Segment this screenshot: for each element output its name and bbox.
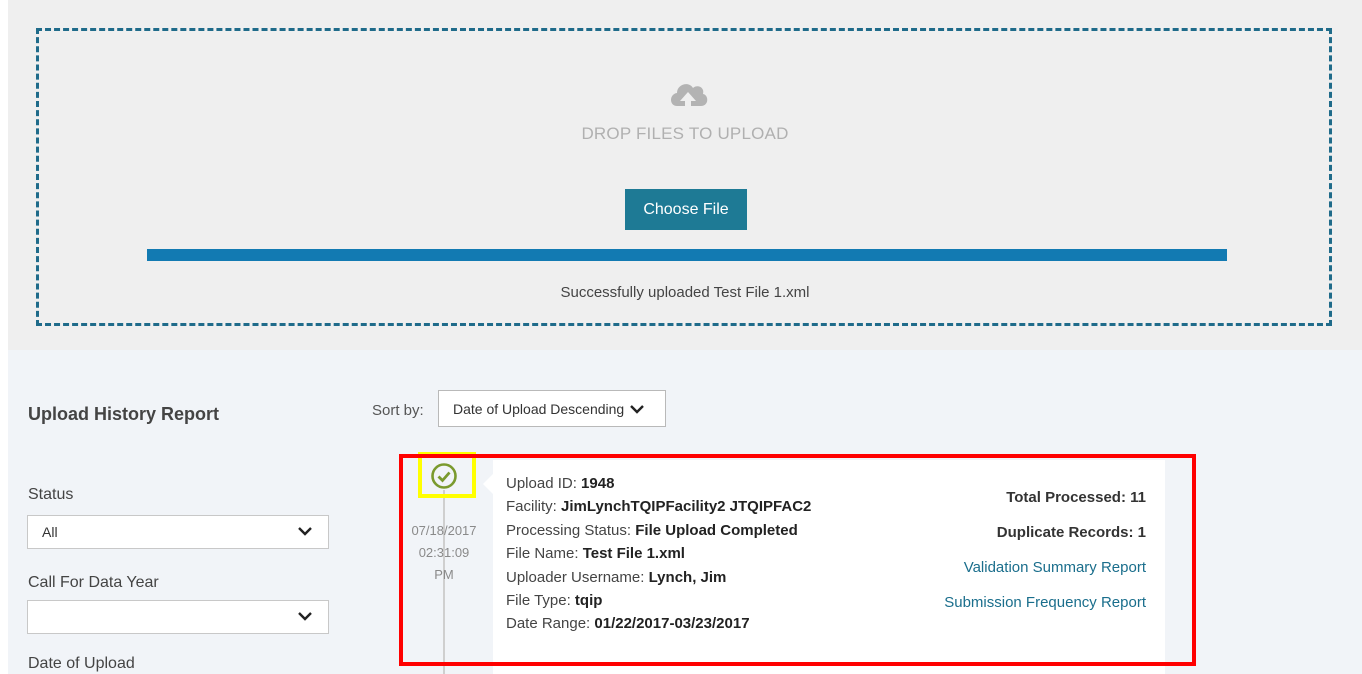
status-select-value: All [42, 524, 58, 540]
chevron-down-icon [298, 612, 312, 621]
drop-files-text: DROP FILES TO UPLOAD [581, 124, 789, 143]
year-select[interactable] [27, 600, 329, 634]
date-filter-label: Date of Upload [28, 655, 135, 672]
sort-label: Sort by: [372, 402, 424, 419]
entry-highlight-box [399, 454, 1196, 666]
upload-section: DROP FILES TO UPLOAD Choose File Success… [8, 0, 1362, 350]
report-title: Upload History Report [28, 404, 220, 424]
year-filter-label: Call For Data Year [28, 574, 159, 591]
choose-file-button[interactable]: Choose File [625, 189, 747, 230]
file-dropzone[interactable] [36, 28, 1332, 326]
sort-select[interactable]: Date of Upload Descending [438, 390, 666, 427]
status-filter-label: Status [28, 486, 74, 503]
chevron-down-icon [298, 527, 312, 536]
cloud-upload-icon [671, 84, 708, 114]
status-select[interactable]: All [27, 515, 329, 549]
chevron-down-icon [630, 404, 645, 414]
sort-select-value: Date of Upload Descending [453, 400, 625, 417]
upload-history-section: Upload History Report Status All Call Fo… [8, 350, 1362, 674]
upload-success-message: Successfully uploaded Test File 1.xml [560, 284, 810, 301]
upload-progress-fill [147, 249, 1227, 261]
upload-progress-bar [147, 249, 1227, 261]
